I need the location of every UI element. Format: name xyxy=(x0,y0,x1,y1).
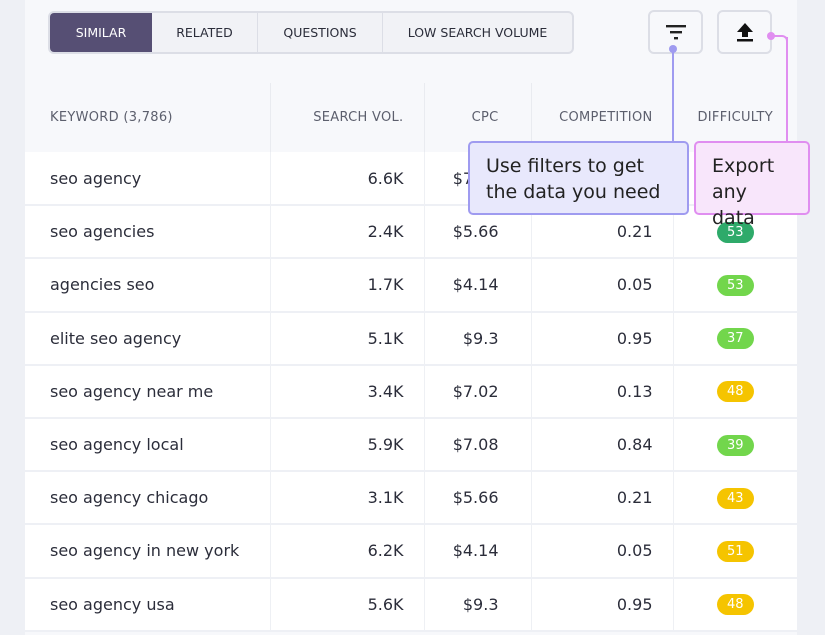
tab-questions[interactable]: QUESTIONS xyxy=(258,13,383,52)
cell-cpc: $4.14 xyxy=(424,258,532,313)
export-callout: Export any data xyxy=(694,141,810,229)
table-row[interactable]: seo agency near me 3.4K $7.02 0.13 48 xyxy=(25,364,797,419)
difficulty-badge: 48 xyxy=(716,594,754,616)
cell-competition: 0.05 xyxy=(531,258,674,313)
table-row[interactable]: seo agency in new york 6.2K $4.14 0.05 5… xyxy=(25,524,797,579)
header-keyword[interactable]: KEYWORD (3,786) xyxy=(25,83,271,152)
cell-competition: 0.05 xyxy=(531,524,674,579)
export-callout-line1: Export xyxy=(712,155,775,177)
cell-search-volume: 1.7K xyxy=(270,258,425,313)
difficulty-badge: 39 xyxy=(716,434,754,456)
cell-search-volume: 3.4K xyxy=(270,364,425,419)
cell-difficulty: 48 xyxy=(673,364,797,419)
tab-similar[interactable]: SIMILAR xyxy=(50,13,152,52)
filter-callout-line2: the data you need xyxy=(486,181,661,203)
cell-difficulty: 53 xyxy=(673,258,797,313)
cell-competition: 0.21 xyxy=(531,471,674,526)
filter-callout: Use filters to get the data you need xyxy=(468,141,689,215)
table-row[interactable]: seo agency chicago 3.1K $5.66 0.21 43 xyxy=(25,471,797,526)
cell-competition: 0.84 xyxy=(531,417,674,473)
export-button[interactable] xyxy=(717,10,772,54)
cell-competition: 0.95 xyxy=(531,577,674,632)
difficulty-badge: 37 xyxy=(716,328,754,350)
cell-cpc: $9.3 xyxy=(424,311,532,366)
difficulty-badge: 51 xyxy=(716,540,754,562)
cell-cpc: $7.02 xyxy=(424,364,532,419)
filter-callout-dot xyxy=(669,45,677,53)
cell-difficulty: 51 xyxy=(673,524,797,579)
tab-bar: SIMILAR RELATED QUESTIONS LOW SEARCH VOL… xyxy=(48,11,574,54)
tab-related[interactable]: RELATED xyxy=(152,13,258,52)
cell-cpc: $9.3 xyxy=(424,577,532,632)
header-search-volume[interactable]: SEARCH VOL. xyxy=(270,83,425,152)
cell-difficulty: 48 xyxy=(673,577,797,632)
table-row[interactable]: elite seo agency 5.1K $9.3 0.95 37 xyxy=(25,311,797,366)
cell-search-volume: 5.9K xyxy=(270,417,425,473)
cell-competition: 0.95 xyxy=(531,311,674,366)
cell-cpc: $4.14 xyxy=(424,524,532,579)
cell-keyword[interactable]: seo agencies xyxy=(25,205,271,260)
table-row[interactable]: agencies seo 1.7K $4.14 0.05 53 xyxy=(25,258,797,313)
cell-keyword[interactable]: elite seo agency xyxy=(25,311,271,366)
cell-search-volume: 3.1K xyxy=(270,471,425,526)
tab-low-search-volume[interactable]: LOW SEARCH VOLUME xyxy=(383,13,572,52)
table-row[interactable]: seo agency local 5.9K $7.08 0.84 39 xyxy=(25,417,797,473)
cell-search-volume: 5.6K xyxy=(270,577,425,632)
cell-keyword[interactable]: seo agency in new york xyxy=(25,524,271,579)
cell-competition: 0.13 xyxy=(531,364,674,419)
cell-cpc: $7.08 xyxy=(424,417,532,473)
filter-callout-connector xyxy=(672,48,674,143)
export-callout-dot xyxy=(767,32,775,40)
upload-export-icon xyxy=(736,23,753,42)
cell-difficulty: 43 xyxy=(673,471,797,526)
cell-keyword[interactable]: seo agency chicago xyxy=(25,471,271,526)
cell-cpc: $5.66 xyxy=(424,471,532,526)
cell-keyword[interactable]: agencies seo xyxy=(25,258,271,313)
table-row[interactable]: seo agency usa 5.6K $9.3 0.95 48 xyxy=(25,577,797,632)
cell-keyword[interactable]: seo agency local xyxy=(25,417,271,473)
cell-search-volume: 2.4K xyxy=(270,205,425,260)
filter-callout-line1: Use filters to get xyxy=(486,155,644,177)
cell-keyword[interactable]: seo agency usa xyxy=(25,577,271,632)
difficulty-badge: 43 xyxy=(716,487,754,509)
difficulty-badge: 48 xyxy=(716,381,754,403)
export-callout-connector xyxy=(786,37,788,143)
filter-icon xyxy=(665,25,686,40)
cell-difficulty: 39 xyxy=(673,417,797,473)
cell-keyword[interactable]: seo agency near me xyxy=(25,364,271,419)
cell-search-volume: 6.6K xyxy=(270,152,425,207)
cell-search-volume: 6.2K xyxy=(270,524,425,579)
cell-keyword[interactable]: seo agency xyxy=(25,152,271,207)
export-callout-line2: any data xyxy=(712,181,755,229)
difficulty-badge: 53 xyxy=(716,274,754,296)
cell-difficulty: 37 xyxy=(673,311,797,366)
cell-search-volume: 5.1K xyxy=(270,311,425,366)
